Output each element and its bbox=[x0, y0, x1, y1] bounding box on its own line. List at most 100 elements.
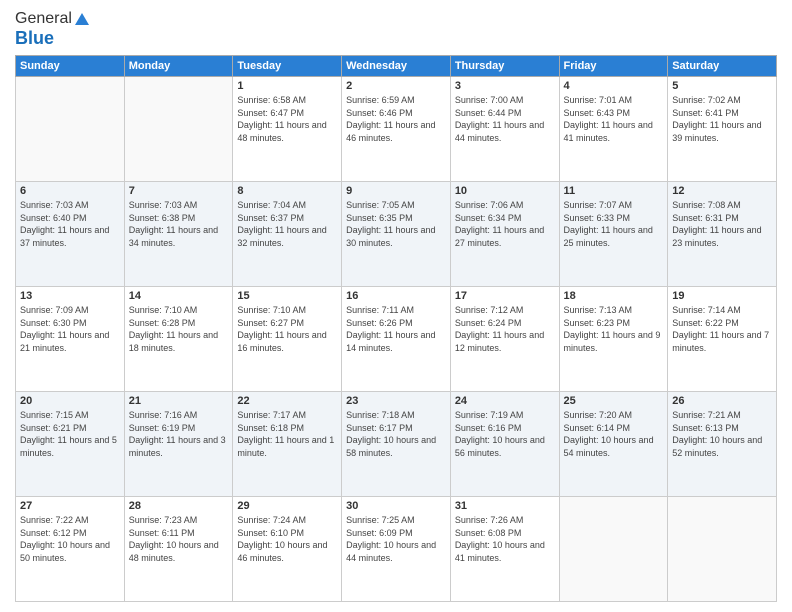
day-number: 26 bbox=[672, 395, 772, 407]
day-number: 6 bbox=[20, 185, 120, 197]
day-cell: 25Sunrise: 7:20 AM Sunset: 6:14 PM Dayli… bbox=[559, 392, 668, 497]
day-cell: 5 Sunrise: 7:02 AM Sunset: 6:41 PM Daylig… bbox=[668, 77, 777, 182]
logo-icon bbox=[74, 11, 90, 27]
day-cell: 17 Sunrise: 7:12 AM Sunset: 6:24 PM Dayli… bbox=[450, 287, 559, 392]
day-number: 2 bbox=[346, 80, 446, 92]
day-number: 8 bbox=[237, 185, 337, 197]
day-info: Sunrise: 7:14 AM Sunset: 6:22 PM Dayligh… bbox=[672, 304, 772, 354]
day-cell: 18 Sunrise: 7:13 AM Sunset: 6:23 PM Dayli… bbox=[559, 287, 668, 392]
weekday-header-sunday: Sunday bbox=[16, 56, 125, 77]
day-info: Sunrise: 7:06 AM Sunset: 6:34 PM Dayligh… bbox=[455, 199, 555, 249]
day-info: Sunrise: 7:13 AM Sunset: 6:23 PM Dayligh… bbox=[564, 304, 664, 354]
day-info: Sunrise: 7:22 AM Sunset: 6:12 PM Dayligh… bbox=[20, 514, 120, 564]
day-info: Sunrise: 7:24 AM Sunset: 6:10 PM Dayligh… bbox=[237, 514, 337, 564]
day-cell: 26 Sunrise: 7:21 AM Sunset: 6:13 PM Dayli… bbox=[668, 392, 777, 497]
header: General Blue bbox=[15, 10, 777, 49]
weekday-header-thursday: Thursday bbox=[450, 56, 559, 77]
day-info: Sunrise: 7:04 AM Sunset: 6:37 PM Dayligh… bbox=[237, 199, 337, 249]
day-number: 27 bbox=[20, 500, 120, 512]
day-number: 31 bbox=[455, 500, 555, 512]
day-cell bbox=[559, 497, 668, 602]
day-cell: 10 Sunrise: 7:06 AM Sunset: 6:34 PM Dayli… bbox=[450, 182, 559, 287]
day-number: 19 bbox=[672, 290, 772, 302]
day-cell: 28 Sunrise: 7:23 AM Sunset: 6:11 PM Dayli… bbox=[124, 497, 233, 602]
day-cell: 13Sunrise: 7:09 AM Sunset: 6:30 PM Dayli… bbox=[16, 287, 125, 392]
day-cell: 9 Sunrise: 7:05 AM Sunset: 6:35 PM Daylig… bbox=[342, 182, 451, 287]
day-number: 17 bbox=[455, 290, 555, 302]
day-cell: 6 Sunrise: 7:03 AM Sunset: 6:40 PM Daylig… bbox=[16, 182, 125, 287]
day-number: 1 bbox=[237, 80, 337, 92]
day-number: 5 bbox=[672, 80, 772, 92]
day-number: 11 bbox=[564, 185, 664, 197]
day-info: Sunrise: 7:05 AM Sunset: 6:35 PM Dayligh… bbox=[346, 199, 446, 249]
day-info: Sunrise: 7:07 AM Sunset: 6:33 PM Dayligh… bbox=[564, 199, 664, 249]
day-cell: 8 Sunrise: 7:04 AM Sunset: 6:37 PM Daylig… bbox=[233, 182, 342, 287]
day-cell bbox=[16, 77, 125, 182]
calendar-body: 1Sunrise: 6:58 AM Sunset: 6:47 PM Daylig… bbox=[16, 77, 777, 602]
day-number: 21 bbox=[129, 395, 229, 407]
day-info: Sunrise: 7:00 AM Sunset: 6:44 PM Dayligh… bbox=[455, 94, 555, 144]
day-cell: 23 Sunrise: 7:18 AM Sunset: 6:17 PM Dayli… bbox=[342, 392, 451, 497]
day-info: Sunrise: 7:11 AM Sunset: 6:26 PM Dayligh… bbox=[346, 304, 446, 354]
day-info: Sunrise: 7:23 AM Sunset: 6:11 PM Dayligh… bbox=[129, 514, 229, 564]
day-number: 14 bbox=[129, 290, 229, 302]
week-row-3: 13Sunrise: 7:09 AM Sunset: 6:30 PM Dayli… bbox=[16, 287, 777, 392]
day-cell: 14Sunrise: 7:10 AM Sunset: 6:28 PM Dayli… bbox=[124, 287, 233, 392]
weekday-header-monday: Monday bbox=[124, 56, 233, 77]
day-info: Sunrise: 7:02 AM Sunset: 6:41 PM Dayligh… bbox=[672, 94, 772, 144]
day-info: Sunrise: 7:10 AM Sunset: 6:27 PM Dayligh… bbox=[237, 304, 337, 354]
day-info: Sunrise: 7:08 AM Sunset: 6:31 PM Dayligh… bbox=[672, 199, 772, 249]
day-info: Sunrise: 7:18 AM Sunset: 6:17 PM Dayligh… bbox=[346, 409, 446, 459]
weekday-header-wednesday: Wednesday bbox=[342, 56, 451, 77]
day-info: Sunrise: 6:59 AM Sunset: 6:46 PM Dayligh… bbox=[346, 94, 446, 144]
day-cell: 15Sunrise: 7:10 AM Sunset: 6:27 PM Dayli… bbox=[233, 287, 342, 392]
day-info: Sunrise: 7:15 AM Sunset: 6:21 PM Dayligh… bbox=[20, 409, 120, 459]
day-cell: 31 Sunrise: 7:26 AM Sunset: 6:08 PM Dayli… bbox=[450, 497, 559, 602]
day-cell: 30 Sunrise: 7:25 AM Sunset: 6:09 PM Dayli… bbox=[342, 497, 451, 602]
calendar-table: SundayMondayTuesdayWednesdayThursdayFrid… bbox=[15, 55, 777, 602]
weekday-header-tuesday: Tuesday bbox=[233, 56, 342, 77]
day-info: Sunrise: 7:20 AM Sunset: 6:14 PM Dayligh… bbox=[564, 409, 664, 459]
day-cell bbox=[124, 77, 233, 182]
logo-blue-text: Blue bbox=[15, 28, 54, 49]
day-cell: 22Sunrise: 7:17 AM Sunset: 6:18 PM Dayli… bbox=[233, 392, 342, 497]
day-number: 29 bbox=[237, 500, 337, 512]
day-number: 12 bbox=[672, 185, 772, 197]
day-cell: 21Sunrise: 7:16 AM Sunset: 6:19 PM Dayli… bbox=[124, 392, 233, 497]
day-info: Sunrise: 7:03 AM Sunset: 6:38 PM Dayligh… bbox=[129, 199, 229, 249]
weekday-header-friday: Friday bbox=[559, 56, 668, 77]
day-number: 4 bbox=[564, 80, 664, 92]
day-number: 10 bbox=[455, 185, 555, 197]
week-row-4: 20Sunrise: 7:15 AM Sunset: 6:21 PM Dayli… bbox=[16, 392, 777, 497]
day-info: Sunrise: 7:12 AM Sunset: 6:24 PM Dayligh… bbox=[455, 304, 555, 354]
day-info: Sunrise: 7:17 AM Sunset: 6:18 PM Dayligh… bbox=[237, 409, 337, 459]
day-cell: 29 Sunrise: 7:24 AM Sunset: 6:10 PM Dayli… bbox=[233, 497, 342, 602]
day-info: Sunrise: 7:21 AM Sunset: 6:13 PM Dayligh… bbox=[672, 409, 772, 459]
day-info: Sunrise: 7:09 AM Sunset: 6:30 PM Dayligh… bbox=[20, 304, 120, 354]
week-row-2: 6 Sunrise: 7:03 AM Sunset: 6:40 PM Daylig… bbox=[16, 182, 777, 287]
day-cell: 16 Sunrise: 7:11 AM Sunset: 6:26 PM Dayli… bbox=[342, 287, 451, 392]
day-info: Sunrise: 7:19 AM Sunset: 6:16 PM Dayligh… bbox=[455, 409, 555, 459]
day-cell: 7Sunrise: 7:03 AM Sunset: 6:38 PM Daylig… bbox=[124, 182, 233, 287]
day-number: 3 bbox=[455, 80, 555, 92]
day-info: Sunrise: 7:01 AM Sunset: 6:43 PM Dayligh… bbox=[564, 94, 664, 144]
day-number: 23 bbox=[346, 395, 446, 407]
day-number: 28 bbox=[129, 500, 229, 512]
day-cell: 4 Sunrise: 7:01 AM Sunset: 6:43 PM Daylig… bbox=[559, 77, 668, 182]
day-cell: 12 Sunrise: 7:08 AM Sunset: 6:31 PM Dayli… bbox=[668, 182, 777, 287]
week-row-1: 1Sunrise: 6:58 AM Sunset: 6:47 PM Daylig… bbox=[16, 77, 777, 182]
day-info: Sunrise: 7:26 AM Sunset: 6:08 PM Dayligh… bbox=[455, 514, 555, 564]
day-cell bbox=[668, 497, 777, 602]
day-number: 16 bbox=[346, 290, 446, 302]
day-cell: 2 Sunrise: 6:59 AM Sunset: 6:46 PM Daylig… bbox=[342, 77, 451, 182]
day-cell: 1Sunrise: 6:58 AM Sunset: 6:47 PM Daylig… bbox=[233, 77, 342, 182]
day-info: Sunrise: 7:25 AM Sunset: 6:09 PM Dayligh… bbox=[346, 514, 446, 564]
weekday-header-saturday: Saturday bbox=[668, 56, 777, 77]
day-info: Sunrise: 7:03 AM Sunset: 6:40 PM Dayligh… bbox=[20, 199, 120, 249]
day-cell: 3 Sunrise: 7:00 AM Sunset: 6:44 PM Daylig… bbox=[450, 77, 559, 182]
day-number: 9 bbox=[346, 185, 446, 197]
day-cell: 27 Sunrise: 7:22 AM Sunset: 6:12 PM Dayli… bbox=[16, 497, 125, 602]
day-number: 18 bbox=[564, 290, 664, 302]
day-number: 30 bbox=[346, 500, 446, 512]
day-cell: 19 Sunrise: 7:14 AM Sunset: 6:22 PM Dayli… bbox=[668, 287, 777, 392]
